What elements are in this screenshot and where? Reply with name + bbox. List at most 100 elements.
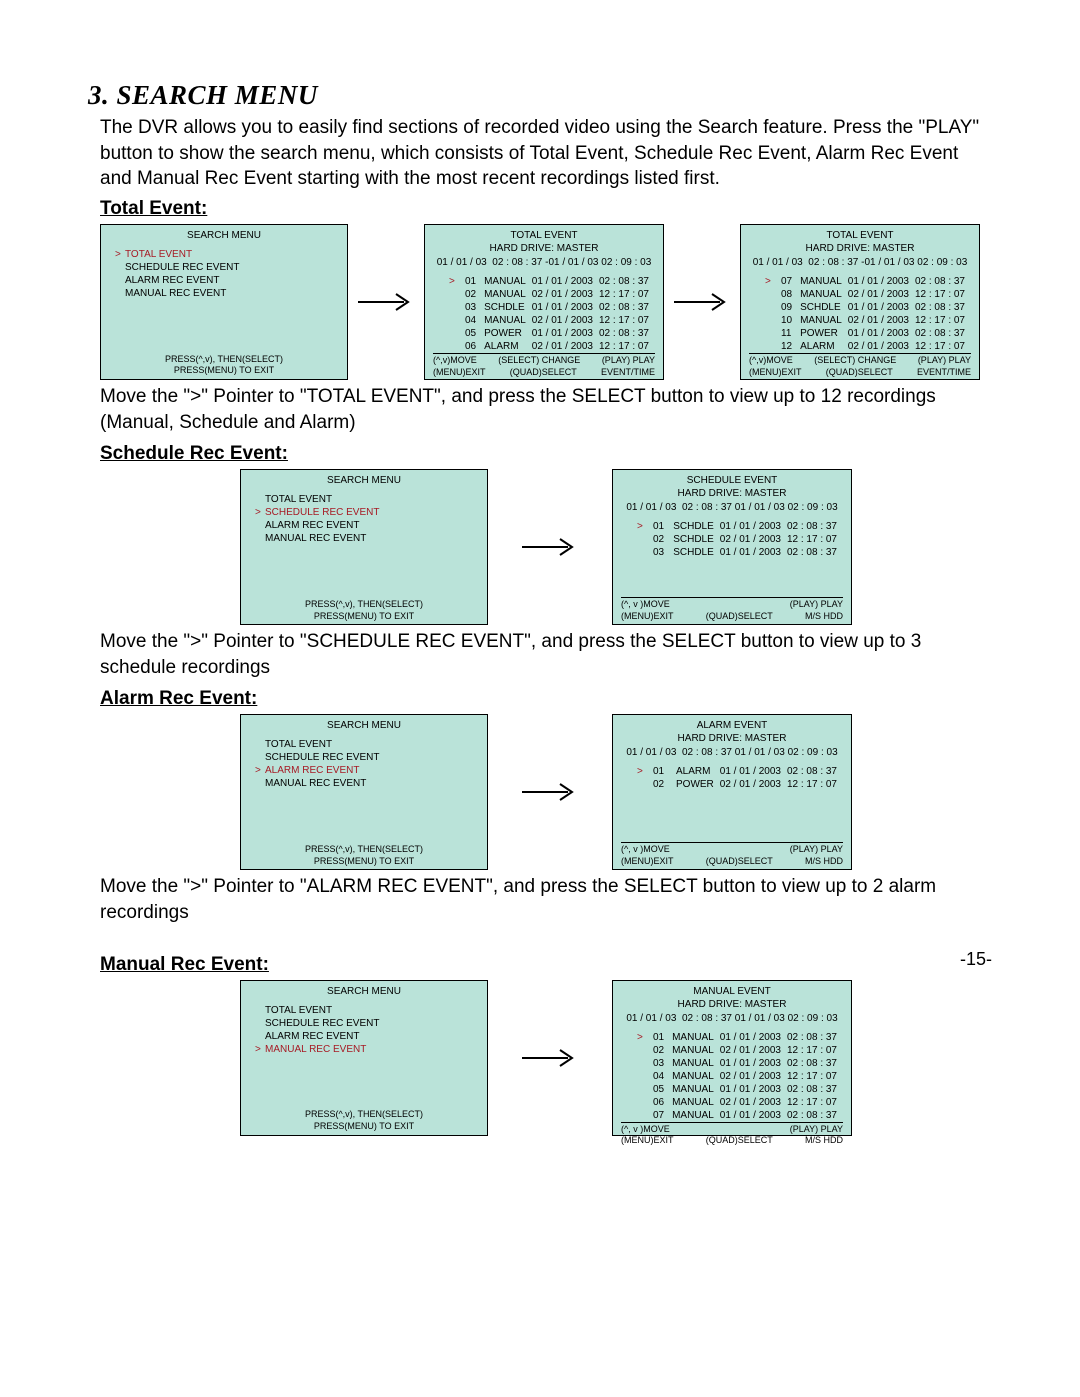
hard-drive-label: HARD DRIVE: MASTER xyxy=(621,487,843,500)
event-row: 02SCHDLE02 / 01 / 200312 : 17 : 07 xyxy=(637,533,843,546)
menu-item: MANUAL REC EVENT xyxy=(115,287,339,300)
hard-drive-label: HARD DRIVE: MASTER xyxy=(749,242,971,255)
hint-line: PRESS(^,v), THEN(SELECT) xyxy=(249,599,479,611)
menu-item: TOTAL EVENT xyxy=(255,1004,479,1017)
footer-cell: (PLAY) PLAY xyxy=(790,1124,843,1136)
range-start: 01 / 01 / 03 xyxy=(626,747,676,758)
event-row: 04MANUAL02 / 01 / 200312 : 17 : 07 xyxy=(449,314,655,327)
manual-event-screen: MANUAL EVENT HARD DRIVE: MASTER 01 / 01 … xyxy=(612,980,852,1136)
menu-item: ALARM REC EVENT xyxy=(115,274,339,287)
footer-cell: M/S HDD xyxy=(805,856,843,868)
range-end: 02 : 08 : 37 -01 / 01 / 03 02 : 09 : 03 xyxy=(492,257,651,268)
footer-cell: (PLAY) PLAY xyxy=(602,355,655,367)
screen-title: SCHEDULE EVENT xyxy=(621,474,843,487)
event-row: 02POWER02 / 01 / 200312 : 17 : 07 xyxy=(637,778,843,791)
event-row: 05MANUAL01 / 01 / 200302 : 08 : 37 xyxy=(637,1083,843,1096)
range-end: 02 : 08 : 37 01 / 01 / 03 02 : 09 : 03 xyxy=(682,747,838,758)
hard-drive-label: HARD DRIVE: MASTER xyxy=(621,998,843,1011)
event-row: >07MANUAL01 / 01 / 200302 : 08 : 37 xyxy=(765,275,971,288)
section-title: 3. SEARCH MENU xyxy=(88,80,992,111)
menu-item: MANUAL REC EVENT xyxy=(255,532,479,545)
event-row: 06ALARM02 / 01 / 200312 : 17 : 07 xyxy=(449,340,655,353)
intro-text: The DVR allows you to easily find sectio… xyxy=(100,115,992,192)
desc-alarm: Move the ">" Pointer to "ALARM REC EVENT… xyxy=(100,874,992,925)
event-row: 03MANUAL01 / 01 / 200302 : 08 : 37 xyxy=(637,1057,843,1070)
menu-item: >SCHEDULE REC EVENT xyxy=(255,506,479,519)
screen-title: TOTAL EVENT xyxy=(433,229,655,242)
menu-item: SCHEDULE REC EVENT xyxy=(115,261,339,274)
menu-item: MANUAL REC EVENT xyxy=(255,777,479,790)
event-row: 12ALARM02 / 01 / 200312 : 17 : 07 xyxy=(765,340,971,353)
event-row: 11POWER01 / 01 / 200302 : 08 : 37 xyxy=(765,327,971,340)
search-menu-screen-manual: SEARCH MENU TOTAL EVENT SCHEDULE REC EVE… xyxy=(240,980,488,1136)
search-menu-screen-total: SEARCH MENU >TOTAL EVENT SCHEDULE REC EV… xyxy=(100,224,348,380)
screen-title: TOTAL EVENT xyxy=(749,229,971,242)
event-row: >01SCHDLE01 / 01 / 200302 : 08 : 37 xyxy=(637,520,843,533)
search-menu-screen-alarm: SEARCH MENU TOTAL EVENT SCHEDULE REC EVE… xyxy=(240,714,488,870)
footer-cell: (^,v)MOVE xyxy=(749,355,793,367)
event-table: >07MANUAL01 / 01 / 200302 : 08 : 3708MAN… xyxy=(765,275,971,353)
event-row: 03SCHDLE01 / 01 / 200302 : 08 : 37 xyxy=(449,301,655,314)
footer-cell: (QUAD)SELECT xyxy=(706,856,773,868)
footer-cell: (QUAD)SELECT xyxy=(706,611,773,623)
event-row: 03SCHDLE01 / 01 / 200302 : 08 : 37 xyxy=(637,546,843,559)
screen-title: SEARCH MENU xyxy=(249,719,479,732)
arrow-right-icon xyxy=(356,290,416,314)
heading-total: Total Event: xyxy=(100,198,992,220)
footer-cell: M/S HDD xyxy=(805,1135,843,1147)
event-row: 02MANUAL02 / 01 / 200312 : 17 : 07 xyxy=(637,1044,843,1057)
footer-cell: (MENU)EXIT xyxy=(749,367,802,379)
footer-cell: (^, v )MOVE xyxy=(621,844,670,856)
arrow-right-icon xyxy=(672,290,732,314)
menu-item: TOTAL EVENT xyxy=(255,738,479,751)
event-table: >01ALARM01 / 01 / 200302 : 08 : 3702POWE… xyxy=(637,765,843,791)
hint-line: PRESS(MENU) TO EXIT xyxy=(249,856,479,868)
alarm-event-screen: ALARM EVENT HARD DRIVE: MASTER 01 / 01 /… xyxy=(612,714,852,870)
footer-cell: (^, v )MOVE xyxy=(621,1124,670,1136)
menu-item: >MANUAL REC EVENT xyxy=(255,1043,479,1056)
hint-line: PRESS(MENU) TO EXIT xyxy=(249,611,479,623)
footer-cell: (PLAY) PLAY xyxy=(790,844,843,856)
footer-cell: (MENU)EXIT xyxy=(433,367,486,379)
footer-cell: (^,v)MOVE xyxy=(433,355,477,367)
hard-drive-label: HARD DRIVE: MASTER xyxy=(621,732,843,745)
hint-line: PRESS(MENU) TO EXIT xyxy=(109,365,339,377)
screen-title: ALARM EVENT xyxy=(621,719,843,732)
event-row: >01MANUAL01 / 01 / 200302 : 08 : 37 xyxy=(449,275,655,288)
event-row: 10MANUAL02 / 01 / 200312 : 17 : 07 xyxy=(765,314,971,327)
total-event-screen-1: TOTAL EVENT HARD DRIVE: MASTER 01 / 01 /… xyxy=(424,224,664,380)
schedule-event-screen: SCHEDULE EVENT HARD DRIVE: MASTER 01 / 0… xyxy=(612,469,852,625)
menu-item: >ALARM REC EVENT xyxy=(255,764,479,777)
footer-cell: (QUAD)SELECT xyxy=(826,367,893,379)
hard-drive-label: HARD DRIVE: MASTER xyxy=(433,242,655,255)
screen-title: SEARCH MENU xyxy=(109,229,339,242)
footer-cell: (MENU)EXIT xyxy=(621,856,674,868)
range-end: 02 : 08 : 37 -01 / 01 / 03 02 : 09 : 03 xyxy=(808,257,967,268)
menu-item: TOTAL EVENT xyxy=(255,493,479,506)
event-row: 04MANUAL02 / 01 / 200312 : 17 : 07 xyxy=(637,1070,843,1083)
footer-cell: (QUAD)SELECT xyxy=(706,1135,773,1147)
menu-item: SCHEDULE REC EVENT xyxy=(255,1017,479,1030)
range-start: 01 / 01 / 03 xyxy=(753,257,803,268)
range-end: 02 : 08 : 37 01 / 01 / 03 02 : 09 : 03 xyxy=(682,502,838,513)
search-menu-screen-schedule: SEARCH MENU TOTAL EVENT >SCHEDULE REC EV… xyxy=(240,469,488,625)
event-row: 06MANUAL02 / 01 / 200312 : 17 : 07 xyxy=(637,1096,843,1109)
footer-cell: (^, v )MOVE xyxy=(621,599,670,611)
menu-item: ALARM REC EVENT xyxy=(255,1030,479,1043)
total-event-screen-2: TOTAL EVENT HARD DRIVE: MASTER 01 / 01 /… xyxy=(740,224,980,380)
hint-line: PRESS(^,v), THEN(SELECT) xyxy=(249,1109,479,1121)
event-table: >01SCHDLE01 / 01 / 200302 : 08 : 3702SCH… xyxy=(637,520,843,559)
heading-manual: Manual Rec Event: xyxy=(100,954,992,976)
heading-schedule: Schedule Rec Event: xyxy=(100,443,992,465)
footer-cell: (PLAY) PLAY xyxy=(790,599,843,611)
footer-cell: M/S HDD xyxy=(805,611,843,623)
event-row: 05POWER01 / 01 / 200302 : 08 : 37 xyxy=(449,327,655,340)
event-row: 08MANUAL02 / 01 / 200312 : 17 : 07 xyxy=(765,288,971,301)
footer-cell: (SELECT) CHANGE xyxy=(498,355,580,367)
arrow-right-icon xyxy=(520,1046,580,1070)
menu-item: ALARM REC EVENT xyxy=(255,519,479,532)
page-number: -15- xyxy=(960,949,992,970)
event-table: >01MANUAL01 / 01 / 200302 : 08 : 3702MAN… xyxy=(449,275,655,353)
footer-cell: EVENT/TIME xyxy=(917,367,971,379)
hint-line: PRESS(^,v), THEN(SELECT) xyxy=(109,354,339,366)
